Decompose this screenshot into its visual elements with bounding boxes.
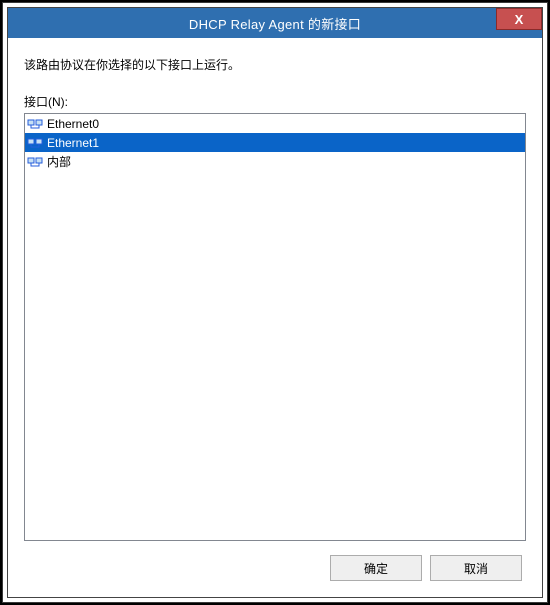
network-adapter-icon: [27, 135, 43, 151]
network-adapter-icon: [27, 154, 43, 170]
list-item[interactable]: 内部: [25, 152, 525, 171]
dialog-inner: DHCP Relay Agent 的新接口 X 该路由协议在你选择的以下接口上运…: [7, 7, 543, 598]
ok-button[interactable]: 确定: [330, 555, 422, 581]
list-item-label: Ethernet0: [47, 117, 99, 131]
titlebar: DHCP Relay Agent 的新接口 X: [8, 8, 542, 38]
cancel-button[interactable]: 取消: [430, 555, 522, 581]
dialog-buttons: 确定 取消: [24, 541, 526, 585]
network-adapter-icon: [27, 116, 43, 132]
window-title: DHCP Relay Agent 的新接口: [189, 14, 361, 33]
dialog-description: 该路由协议在你选择的以下接口上运行。: [24, 56, 526, 73]
close-icon: X: [515, 12, 524, 27]
list-item[interactable]: Ethernet0: [25, 114, 525, 133]
close-button[interactable]: X: [496, 8, 542, 30]
list-item-label: 内部: [47, 153, 71, 170]
interfaces-listbox[interactable]: Ethernet0 Ethernet1: [24, 113, 526, 541]
dialog-body: 该路由协议在你选择的以下接口上运行。 接口(N): Ethernet0: [8, 38, 542, 597]
interfaces-label: 接口(N):: [24, 93, 526, 110]
dialog-window: DHCP Relay Agent 的新接口 X 该路由协议在你选择的以下接口上运…: [2, 2, 548, 603]
list-item[interactable]: Ethernet1: [25, 133, 525, 152]
list-item-label: Ethernet1: [47, 136, 99, 150]
